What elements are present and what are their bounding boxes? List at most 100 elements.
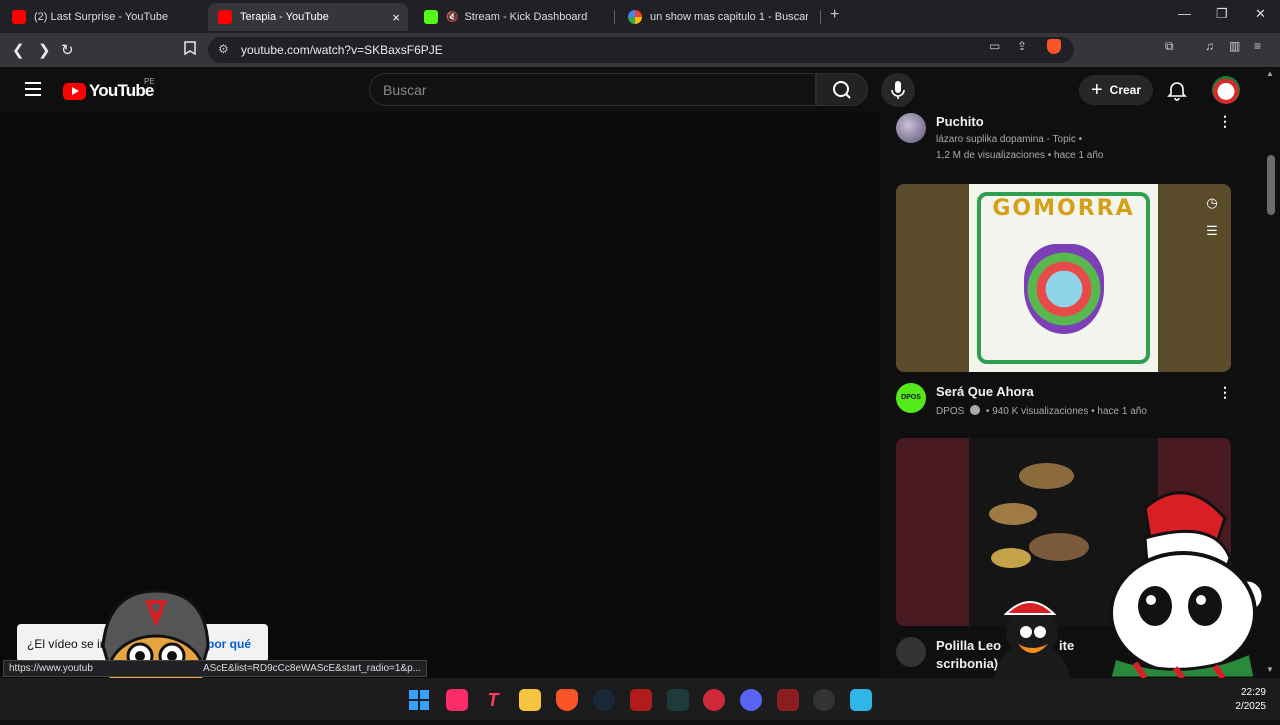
moth-art bbox=[989, 503, 1037, 525]
bookmark-icon[interactable] bbox=[184, 41, 196, 59]
steam-icon[interactable] bbox=[593, 689, 615, 711]
channel-avatar[interactable] bbox=[896, 637, 926, 667]
country-code: PE bbox=[144, 77, 155, 86]
music-icon[interactable]: ♫ bbox=[1205, 39, 1214, 53]
video-meta: DPOS • 940 K visualizaciones • hace 1 añ… bbox=[936, 405, 1147, 417]
add-to-queue-icon[interactable]: ☰ bbox=[1201, 220, 1223, 242]
more-options-icon[interactable]: ⋮ bbox=[1218, 384, 1232, 401]
cast-icon[interactable]: ▭ bbox=[989, 39, 1000, 53]
clock-date: 2/2025 bbox=[1235, 701, 1266, 712]
channel-avatar[interactable] bbox=[896, 113, 926, 143]
clock-time: 22:29 bbox=[1240, 687, 1266, 698]
status-bar-url: https://www.youtub AScE&list=RD9cCc8eWASc… bbox=[3, 660, 427, 677]
related-item[interactable]: Puchito lázaro suplika dopamina - Topic … bbox=[896, 113, 1236, 173]
youtube-logo[interactable]: YouTube bbox=[63, 81, 154, 101]
file-explorer-icon[interactable] bbox=[519, 689, 541, 711]
thumbnail-art: GOMORRA bbox=[969, 184, 1158, 372]
browser-toolbar: ❮ ❯ ↻ ⚙ youtube.com/watch?v=SKBaxsF6PJE … bbox=[0, 33, 1280, 67]
watch-later-icon[interactable]: ◷ bbox=[1201, 192, 1223, 214]
windows-start-icon[interactable] bbox=[409, 690, 429, 710]
panel-icon[interactable]: ▥ bbox=[1229, 39, 1240, 53]
system-clock[interactable]: 22:29 2/2025 bbox=[1232, 686, 1266, 714]
kick-icon bbox=[424, 10, 438, 24]
tab-title: un show mas capitulo 1 - Buscar con bbox=[650, 11, 808, 23]
search-box[interactable] bbox=[369, 73, 816, 106]
maximize-button[interactable]: ❐ bbox=[1216, 6, 1228, 22]
search-icon bbox=[833, 81, 851, 99]
text-editor-icon[interactable]: T bbox=[482, 689, 504, 711]
voice-search-button[interactable] bbox=[881, 73, 915, 107]
more-options-icon[interactable]: ⋮ bbox=[1218, 113, 1232, 130]
related-item[interactable]: GOMORRA ◷ ☰ DPOS Será Que Ahora DPOS • 9… bbox=[896, 184, 1236, 424]
verified-icon bbox=[970, 405, 981, 415]
scrollbar-thumb[interactable] bbox=[1267, 155, 1275, 215]
terminal-icon[interactable] bbox=[667, 689, 689, 711]
tab-last-surprise[interactable]: (2) Last Surprise - YouTube bbox=[2, 3, 202, 31]
tab-title: (2) Last Surprise - YouTube bbox=[34, 11, 169, 23]
youtube-play-icon bbox=[63, 82, 86, 100]
tab-terapia[interactable]: Terapia - YouTube × bbox=[208, 3, 408, 31]
voicemeeter-icon[interactable] bbox=[630, 689, 652, 711]
forward-icon[interactable]: ❯ bbox=[38, 41, 51, 59]
obs-icon[interactable] bbox=[813, 689, 835, 711]
coat-of-arms-art bbox=[1024, 244, 1104, 334]
site-settings-icon[interactable]: ⚙ bbox=[218, 42, 229, 56]
hamburger-menu-icon[interactable] bbox=[25, 82, 41, 96]
search-button[interactable] bbox=[816, 73, 868, 106]
account-avatar[interactable] bbox=[1212, 76, 1240, 104]
youtube-icon bbox=[12, 10, 26, 24]
app-f-icon[interactable] bbox=[850, 689, 872, 711]
status-url-end: AScE&list=RD9cCc8eWAScE&start_radio=1&p.… bbox=[202, 663, 421, 674]
back-icon[interactable]: ❮ bbox=[12, 41, 25, 59]
thumbnail-text: GOMORRA bbox=[992, 196, 1135, 221]
scroll-down-icon[interactable]: ▼ bbox=[1266, 665, 1274, 674]
tab-kick-dashboard[interactable]: 🔇 Stream - Kick Dashboard bbox=[414, 3, 614, 31]
share-icon[interactable]: ⇪ bbox=[1017, 39, 1027, 53]
game-icon[interactable] bbox=[777, 689, 799, 711]
moth-art bbox=[991, 548, 1031, 568]
video-stats: 940 K visualizaciones • hace 1 año bbox=[992, 406, 1147, 417]
address-bar[interactable]: ⚙ youtube.com/watch?v=SKBaxsF6PJE bbox=[208, 37, 1074, 63]
rabbit-mascot-overlay bbox=[1065, 478, 1265, 680]
search-input[interactable] bbox=[370, 74, 815, 105]
video-stats: 1,2 M de visualizaciones • hace 1 año bbox=[936, 150, 1104, 161]
brave-browser-icon[interactable] bbox=[556, 689, 578, 711]
video-title[interactable]: Será Que Ahora bbox=[936, 384, 1034, 399]
google-icon bbox=[628, 10, 642, 24]
youtube-header: YouTube PE + Crear bbox=[0, 67, 1262, 113]
status-url-start: https://www.youtub bbox=[9, 663, 93, 674]
brave-shields-icon[interactable] bbox=[1047, 39, 1061, 54]
discord-icon[interactable] bbox=[740, 689, 762, 711]
video-channel[interactable]: lázaro suplika dopamina - Topic • bbox=[936, 134, 1082, 145]
recording-app-icon[interactable] bbox=[703, 689, 725, 711]
reload-icon[interactable]: ↻ bbox=[61, 41, 74, 59]
tab-title: Stream - Kick Dashboard bbox=[464, 11, 588, 23]
notifications-bell-icon[interactable] bbox=[1166, 79, 1188, 106]
tab-divider bbox=[614, 10, 615, 24]
sidebar-toggle-icon[interactable]: ⧉ bbox=[1165, 39, 1174, 54]
plus-icon: + bbox=[1090, 79, 1103, 101]
muted-icon[interactable]: 🔇 bbox=[446, 12, 458, 23]
video-title[interactable]: Puchito bbox=[936, 114, 984, 129]
minimize-button[interactable]: — bbox=[1178, 6, 1191, 21]
menu-icon[interactable]: ≡ bbox=[1254, 39, 1261, 53]
video-thumbnail[interactable]: GOMORRA ◷ ☰ bbox=[896, 184, 1231, 372]
browser-tab-bar: (2) Last Surprise - YouTube Terapia - Yo… bbox=[0, 0, 1280, 33]
new-tab-button[interactable]: + bbox=[830, 6, 839, 24]
windows-taskbar: T 22:29 2/2025 bbox=[0, 678, 1280, 720]
create-label: Crear bbox=[1109, 83, 1142, 97]
tab-google-search[interactable]: un show mas capitulo 1 - Buscar con bbox=[618, 3, 818, 31]
video-channel[interactable]: DPOS bbox=[936, 406, 964, 417]
tab-divider bbox=[820, 10, 821, 24]
scroll-up-icon[interactable]: ▲ bbox=[1266, 69, 1274, 78]
tiktok-icon[interactable] bbox=[446, 689, 468, 711]
tab-title: Terapia - YouTube bbox=[240, 11, 329, 23]
close-window-button[interactable]: ✕ bbox=[1255, 6, 1266, 22]
url-text[interactable]: youtube.com/watch?v=SKBaxsF6PJE bbox=[241, 43, 443, 57]
close-tab-icon[interactable]: × bbox=[392, 10, 400, 25]
youtube-icon bbox=[218, 10, 232, 24]
video-title-line2[interactable]: scribonia) bbox=[936, 656, 998, 671]
microphone-icon bbox=[891, 81, 905, 99]
create-button[interactable]: + Crear bbox=[1079, 75, 1153, 105]
channel-avatar[interactable]: DPOS bbox=[896, 383, 926, 413]
